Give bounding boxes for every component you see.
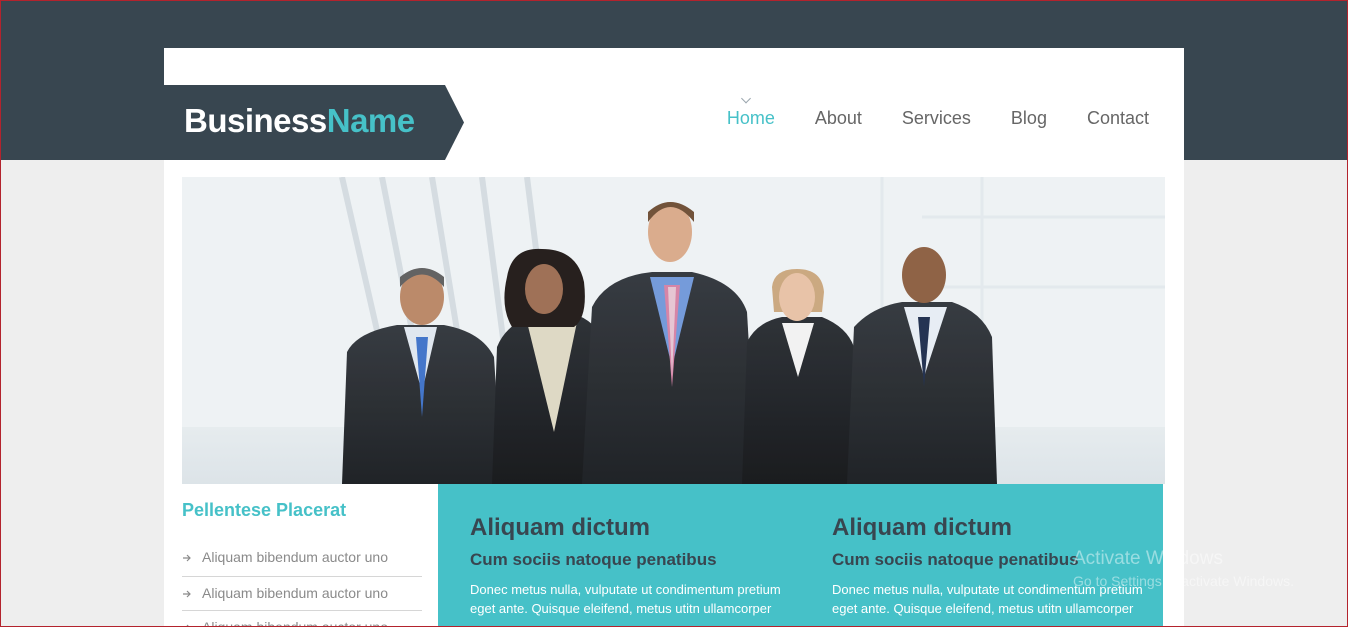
nav-item-label: Blog <box>1010 108 1047 128</box>
sidebar-item-label: Aliquam bibendum auctor uno <box>202 549 389 565</box>
feature-column: Aliquam dictum Cum sociis natoque penati… <box>832 514 1162 618</box>
sidebar-item[interactable]: Aliquam bibendum auctor uno <box>182 543 422 577</box>
feature-subheading: Cum sociis natoque penatibus <box>832 550 1079 569</box>
brand-name-part1: Business <box>184 102 327 139</box>
sidebar-title: Pellentese Placerat <box>182 500 347 520</box>
nav-item-label: Services <box>901 108 971 128</box>
page-container: BusinessName Home About Services Blog Co… <box>164 48 1184 627</box>
nav-item-blog[interactable]: Blog <box>971 108 1047 129</box>
business-team-photo <box>182 177 1165 484</box>
sidebar-item-label: Aliquam bibendum auctor uno <box>202 619 389 627</box>
feature-subheading: Cum sociis natoque penatibus <box>470 550 717 569</box>
nav-item-label: Contact <box>1086 108 1149 128</box>
nav-item-contact[interactable]: Contact <box>1047 108 1149 129</box>
nav-item-label: About <box>814 108 862 128</box>
feature-heading: Aliquam dictum <box>832 514 1013 541</box>
arrow-right-icon <box>183 554 191 562</box>
feature-body: Donec metus nulla, vulputate ut condimen… <box>470 582 781 616</box>
nav-item-about[interactable]: About <box>775 108 862 129</box>
nav-item-services[interactable]: Services <box>862 108 971 129</box>
sidebar-item[interactable]: Aliquam bibendum auctor uno <box>182 577 422 611</box>
sidebar-item-label: Aliquam bibendum auctor uno <box>202 585 389 601</box>
nav-item-label: Home <box>726 108 775 128</box>
feature-heading: Aliquam dictum <box>470 514 651 541</box>
arrow-right-icon <box>183 590 191 598</box>
feature-column: Aliquam dictum Cum sociis natoque penati… <box>470 514 800 618</box>
brand-name: BusinessName <box>184 102 415 140</box>
chevron-down-icon <box>740 93 751 104</box>
brand-name-part2: Name <box>326 102 415 139</box>
sidebar: Pellentese Placerat Aliquam bibendum auc… <box>182 484 422 627</box>
arrow-right-icon <box>186 624 190 627</box>
sidebar-item[interactable]: Aliquam bibendum auctor uno <box>182 611 422 627</box>
features-panel: Aliquam dictum Cum sociis natoque penati… <box>438 484 1163 627</box>
hero-image <box>182 177 1165 484</box>
feature-body: Donec metus nulla, vulputate ut condimen… <box>832 582 1143 616</box>
main-nav: Home About Services Blog Contact <box>687 93 1149 129</box>
nav-item-home[interactable]: Home <box>687 93 775 129</box>
brand-logo[interactable]: BusinessName <box>164 85 464 160</box>
sidebar-list: Aliquam bibendum auctor uno Aliquam bibe… <box>182 543 422 627</box>
